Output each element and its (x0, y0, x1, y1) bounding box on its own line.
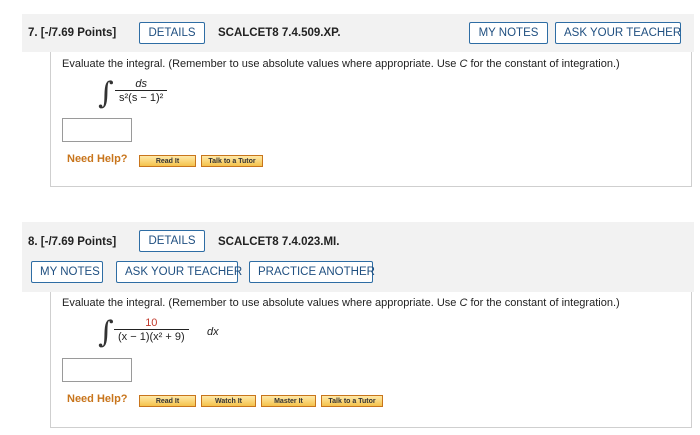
q7-points-text: [-/7.69 Points] (40, 27, 117, 39)
q7-instruction: Evaluate the integral. (Remember to use … (62, 58, 620, 70)
q7-code: SCALCET8 7.4.509.XP. (218, 27, 341, 39)
q8-points-text: [-/7.69 Points] (40, 236, 117, 248)
q8-talk-to-tutor-button[interactable]: Talk to a Tutor (321, 395, 383, 407)
q7-ask-teacher-button[interactable]: ASK YOUR TEACHER (555, 22, 681, 44)
q7-read-it-button[interactable]: Read It (139, 155, 196, 167)
q7-my-notes-button[interactable]: MY NOTES (469, 22, 548, 44)
q7-fraction: ds s²(s − 1)² (115, 78, 168, 104)
q8-details-button[interactable]: DETAILS (139, 230, 205, 252)
q8-my-notes-button[interactable]: MY NOTES (31, 261, 103, 283)
q8-code: SCALCET8 7.4.023.MI. (218, 236, 340, 248)
q7-talk-to-tutor-button[interactable]: Talk to a Tutor (201, 155, 263, 167)
q8-number: 8. (28, 236, 38, 248)
q8-ask-teacher-button[interactable]: ASK YOUR TEACHER (116, 261, 242, 283)
q8-instruction: Evaluate the integral. (Remember to use … (62, 297, 620, 309)
q7-integral-sign: ∫ (98, 76, 114, 111)
q8-read-it-button[interactable]: Read It (139, 395, 196, 407)
q7-need-help-label: Need Help? (67, 153, 128, 165)
q8-fraction: 10 (x − 1)(x² + 9) (114, 317, 189, 343)
q7-points: 7. [-/7.69 Points] (28, 27, 116, 39)
q8-instruction-pre: Evaluate the integral. (Remember to use … (62, 297, 460, 309)
q7-number: 7. (28, 27, 38, 39)
q8-denominator: (x − 1)(x² + 9) (114, 329, 189, 343)
q8-practice-another-button[interactable]: PRACTICE ANOTHER (249, 261, 375, 283)
q8-master-it-button[interactable]: Master It (261, 395, 316, 407)
q8-numerator: 10 (145, 317, 158, 329)
q7-details-button[interactable]: DETAILS (139, 22, 205, 44)
q7-instruction-pre: Evaluate the integral. (Remember to use … (62, 58, 460, 70)
q7-numerator: ds (135, 78, 147, 90)
q8-answer-input[interactable] (62, 358, 132, 382)
q7-instruction-post: for the constant of integration.) (467, 58, 620, 70)
q8-instruction-post: for the constant of integration.) (467, 297, 620, 309)
q8-points: 8. [-/7.69 Points] (28, 236, 116, 248)
q8-need-help-label: Need Help? (67, 393, 128, 405)
q8-integral-sign: ∫ (98, 315, 114, 350)
q8-dx: dx (207, 326, 219, 338)
q7-denominator: s²(s − 1)² (115, 90, 168, 104)
q8-body (50, 292, 692, 428)
q7-answer-input[interactable] (62, 118, 132, 142)
q8-watch-it-button[interactable]: Watch It (201, 395, 256, 407)
